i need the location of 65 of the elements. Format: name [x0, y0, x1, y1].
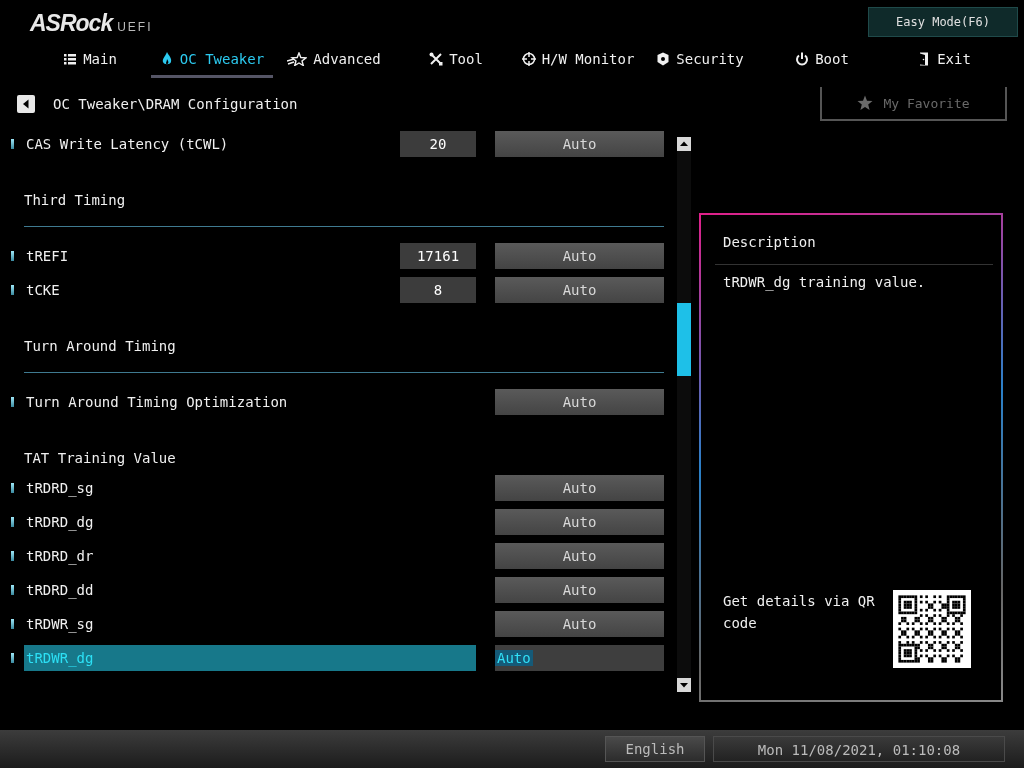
star-icon	[857, 95, 874, 111]
shield-icon	[656, 51, 671, 66]
setting-label[interactable]: tRDRD_sg	[24, 475, 476, 501]
value-field[interactable]: 8	[400, 277, 476, 303]
scrollbar-track[interactable]	[677, 137, 691, 692]
menu-tab[interactable]: H/W Monitor	[517, 42, 639, 78]
option-dropdown[interactable]: Auto	[495, 509, 664, 535]
option-dropdown[interactable]: Auto	[495, 243, 664, 269]
option-dropdown[interactable]: Auto	[495, 131, 664, 157]
list-icon	[63, 51, 78, 66]
section-heading: Third Timing	[23, 191, 127, 210]
option-dropdown[interactable]: Auto	[495, 577, 664, 603]
language-button[interactable]: English	[605, 736, 705, 762]
option-dropdown[interactable]: Auto	[495, 389, 664, 415]
option-dropdown[interactable]: Auto	[495, 611, 664, 637]
item-marker-icon	[11, 251, 14, 261]
setting-label[interactable]: CAS Write Latency (tCWL)	[24, 131, 400, 157]
menu-tab[interactable]: Exit	[883, 42, 1005, 78]
option-dropdown[interactable]: Auto	[495, 277, 664, 303]
item-marker-icon	[11, 139, 14, 149]
item-marker-icon	[11, 653, 14, 663]
menu-tab[interactable]: Advanced	[273, 42, 395, 78]
tools-icon	[429, 51, 444, 66]
value-field[interactable]: 17161	[400, 243, 476, 269]
option-dropdown[interactable]: Auto	[495, 543, 664, 569]
setting-label[interactable]: tRDRD_dg	[24, 509, 476, 535]
logo-suffix: UEFI	[117, 20, 153, 34]
item-marker-icon	[11, 397, 14, 407]
section-heading: TAT Training Value	[23, 449, 177, 468]
setting-label[interactable]: tRDRD_dd	[24, 577, 476, 603]
section-heading: Turn Around Timing	[23, 337, 177, 356]
setting-label[interactable]: tRDWR_sg	[24, 611, 476, 637]
power-icon	[795, 51, 810, 66]
star-icon	[287, 51, 308, 66]
setting-label[interactable]: tRDRD_dr	[24, 543, 476, 569]
scroll-down-button[interactable]	[677, 678, 691, 692]
setting-label[interactable]: tREFI	[24, 243, 400, 269]
item-marker-icon	[11, 285, 14, 295]
item-marker-icon	[11, 483, 14, 493]
crosshair-icon	[521, 51, 536, 66]
favorite-button[interactable]: My Favorite	[820, 87, 1007, 121]
qr-caption: Get details via QR code	[723, 592, 876, 633]
item-marker-icon	[11, 585, 14, 595]
easy-mode-button[interactable]: Easy Mode(F6)	[868, 7, 1018, 37]
logo: ASRock	[30, 10, 113, 37]
menu-tab[interactable]: Main	[29, 42, 151, 78]
date-time: Mon 11/08/2021, 01:10:08	[713, 736, 1005, 762]
item-marker-icon	[11, 517, 14, 527]
option-dropdown[interactable]: Auto	[495, 475, 664, 501]
option-dropdown[interactable]: Auto	[495, 645, 664, 671]
value-field[interactable]: 20	[400, 131, 476, 157]
setting-label[interactable]: Turn Around Timing Optimization	[24, 389, 476, 415]
scrollbar-thumb[interactable]	[677, 303, 691, 376]
breadcrumb: OC Tweaker\DRAM Configuration	[53, 96, 298, 112]
menu-tab[interactable]: Tool	[395, 42, 517, 78]
description-title: Description	[723, 233, 817, 252]
scroll-up-button[interactable]	[677, 137, 691, 151]
menu-tab[interactable]: OC Tweaker	[151, 42, 273, 78]
description-text: tRDWR_dg training value.	[723, 273, 927, 292]
back-button[interactable]	[17, 95, 35, 113]
item-marker-icon	[11, 619, 14, 629]
menu-tab[interactable]: Boot	[761, 42, 883, 78]
setting-label[interactable]: tCKE	[24, 277, 400, 303]
item-marker-icon	[11, 551, 14, 561]
menu-tab[interactable]: Security	[639, 42, 761, 78]
